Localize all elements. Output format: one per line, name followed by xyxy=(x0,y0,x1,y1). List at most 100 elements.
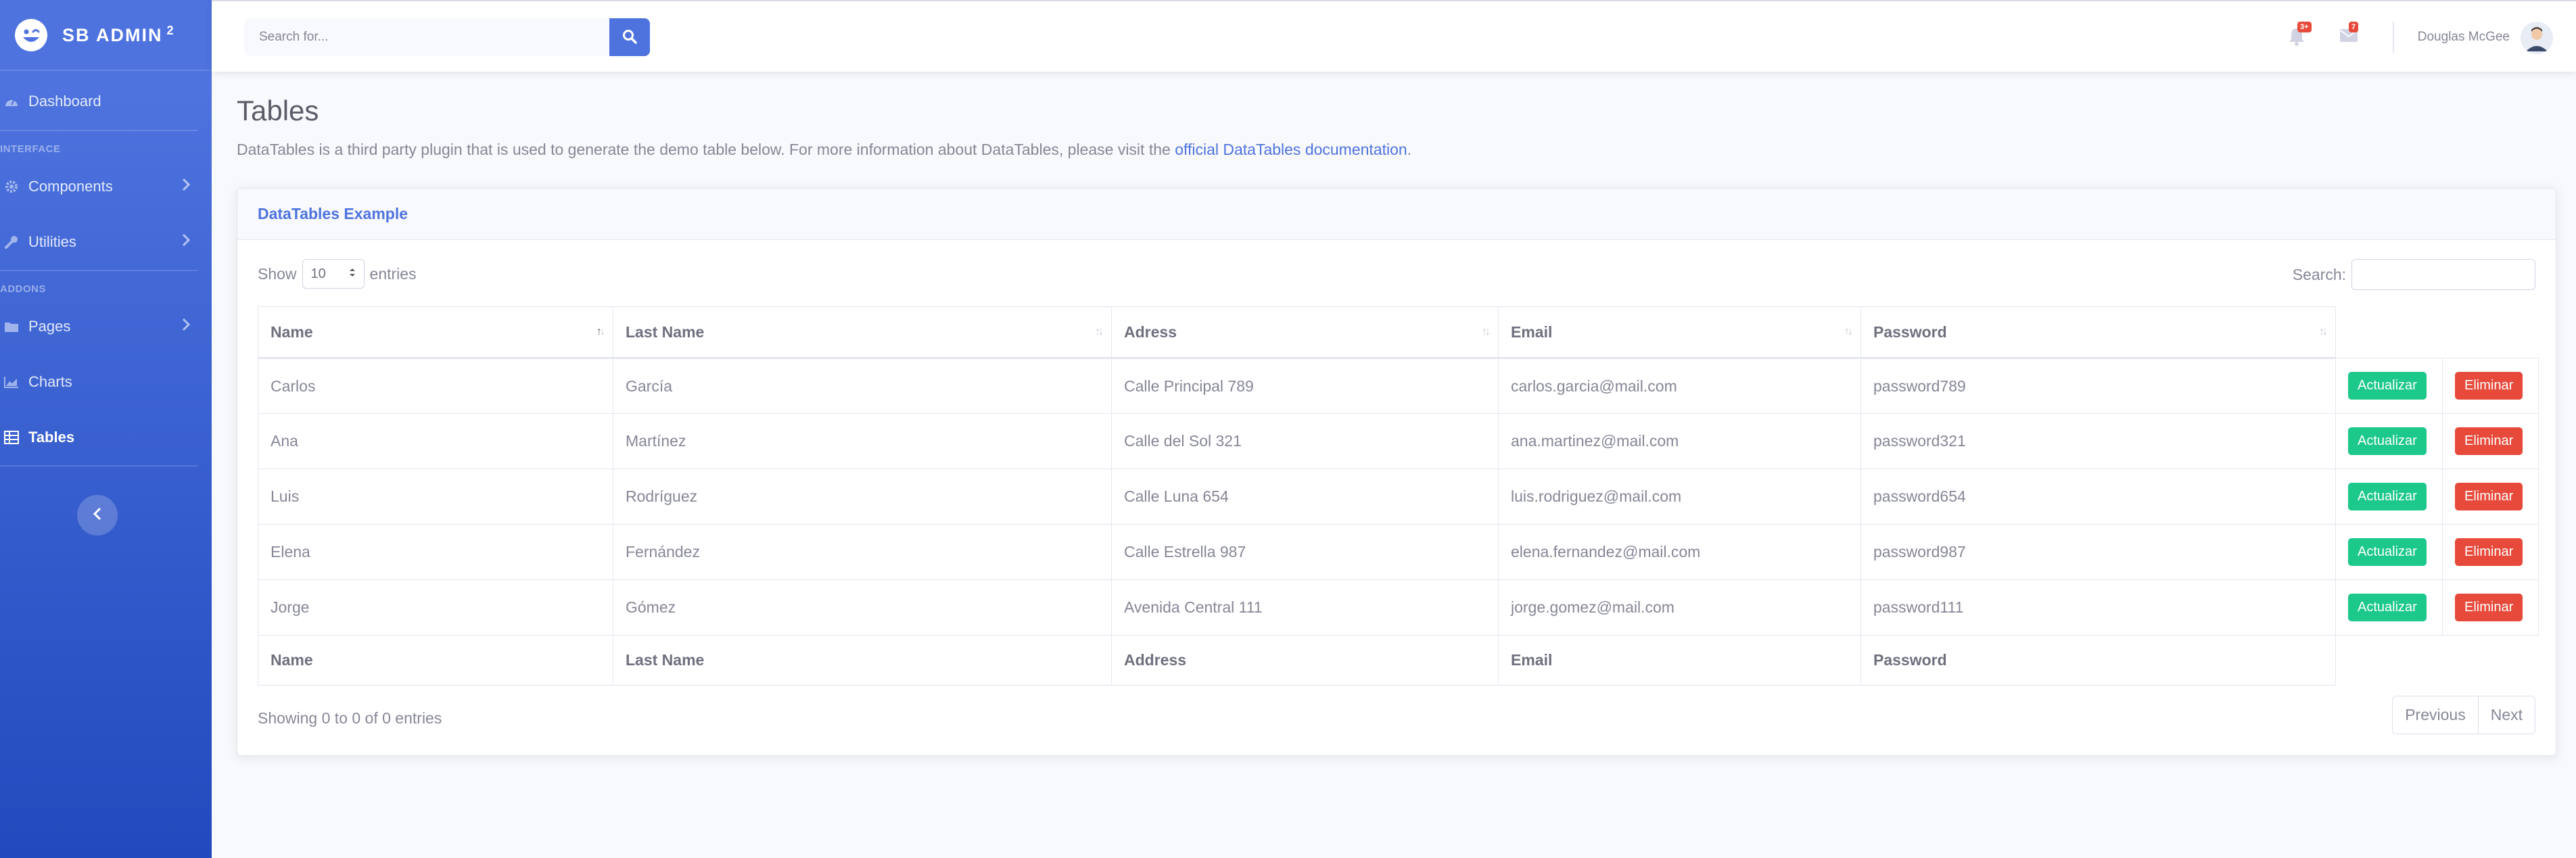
bell-icon xyxy=(2288,28,2305,49)
column-header-last-name[interactable]: Last Name ↑↓ xyxy=(613,306,1112,359)
column-header-name[interactable]: Name ↑↓ xyxy=(258,306,613,359)
sidebar-item-label: Dashboard xyxy=(28,93,101,110)
cell-name: Jorge xyxy=(258,579,613,636)
search-input[interactable] xyxy=(244,18,609,56)
messages-badge: 7 xyxy=(2349,22,2359,32)
footer-name: Name xyxy=(258,635,613,686)
column-header-password[interactable]: Password ↑↓ xyxy=(1860,306,2336,359)
cell-address: Calle Estrella 987 xyxy=(1111,524,1499,580)
column-header-address[interactable]: Adress ↑↓ xyxy=(1111,306,1499,359)
cell-email: jorge.gomez@mail.com xyxy=(1498,579,1861,636)
topbar-search xyxy=(244,18,650,56)
cell-update: Actualizar xyxy=(2335,524,2443,580)
table-search-control: Search: xyxy=(2293,259,2535,290)
footer-actions xyxy=(2443,636,2539,686)
cell-password: password321 xyxy=(1860,413,2336,469)
sidebar-item-label: Tables xyxy=(28,429,75,446)
cell-delete: Eliminar xyxy=(2442,413,2539,469)
cell-address: Calle Luna 654 xyxy=(1111,469,1499,525)
table-row: Jorge Gómez Avenida Central 111 jorge.go… xyxy=(258,579,2539,636)
delete-button[interactable]: Eliminar xyxy=(2455,538,2523,566)
delete-button[interactable]: Eliminar xyxy=(2455,372,2523,400)
sidebar-item-utilities[interactable]: Utilities xyxy=(0,214,212,270)
table-search-input[interactable] xyxy=(2351,259,2535,290)
update-button[interactable]: Actualizar xyxy=(2348,427,2427,455)
sidebar-item-tables[interactable]: Tables xyxy=(0,410,212,465)
entries-label: entries xyxy=(369,264,417,283)
sidebar-brand[interactable]: SB ADMIN 2 xyxy=(0,0,212,71)
table-info: Showing 0 to 0 of 0 entries xyxy=(258,709,442,727)
previous-button[interactable]: Previous xyxy=(2393,696,2478,734)
delete-button[interactable]: Eliminar xyxy=(2455,594,2523,621)
page-description-end: . xyxy=(1407,141,1412,158)
update-button[interactable]: Actualizar xyxy=(2348,372,2427,400)
user-name[interactable]: Douglas McGee xyxy=(2418,30,2510,45)
sidebar-item-label: Pages xyxy=(28,318,71,335)
update-button[interactable]: Actualizar xyxy=(2348,594,2427,621)
delete-button[interactable]: Eliminar xyxy=(2455,427,2523,455)
sidebar-item-label: Components xyxy=(28,178,113,195)
sort-asc-icon: ↑↓ xyxy=(596,326,605,337)
footer-password: Password xyxy=(1860,635,2336,686)
sort-icon: ↑↓ xyxy=(2319,326,2328,337)
sidebar-item-label: Charts xyxy=(28,373,72,390)
laugh-wink-icon xyxy=(14,18,49,53)
sidebar-item-dashboard[interactable]: Dashboard xyxy=(0,73,212,130)
datatables-card: DataTables Example Show 10 entries Searc… xyxy=(237,188,2556,756)
sort-icon: ↑↓ xyxy=(1482,326,1491,337)
chevron-right-icon xyxy=(182,178,191,195)
next-button[interactable]: Next xyxy=(2477,696,2535,734)
cell-last-name: Gómez xyxy=(613,579,1112,636)
table-header-row: Name ↑↓ Last Name ↑↓ Adress ↑↓ Email ↑↓ Pass… xyxy=(258,306,2539,359)
sidebar-toggle-button[interactable] xyxy=(77,495,118,535)
datatables-docs-link[interactable]: official DataTables documentation xyxy=(1175,141,1407,158)
sidebar: SB ADMIN 2 Dashboard INTERFACE Components… xyxy=(0,0,212,858)
cell-last-name: Fernández xyxy=(613,524,1112,580)
page-description: DataTables is a third party plugin that … xyxy=(237,141,1411,159)
cell-email: elena.fernandez@mail.com xyxy=(1498,524,1861,580)
cog-icon xyxy=(3,178,20,195)
page-description-text: DataTables is a third party plugin that … xyxy=(237,141,1175,158)
topbar-divider xyxy=(2393,22,2394,53)
table-search-label: Search: xyxy=(2292,265,2346,283)
delete-button[interactable]: Eliminar xyxy=(2455,483,2523,510)
sidebar-divider xyxy=(0,465,198,467)
chevron-right-icon xyxy=(182,233,191,251)
wrench-icon xyxy=(3,233,20,251)
cell-update: Actualizar xyxy=(2335,358,2443,414)
entries-length-value: 10 xyxy=(310,266,326,281)
column-header-email[interactable]: Email ↑↓ xyxy=(1498,306,1861,359)
entries-length-select[interactable]: 10 xyxy=(302,259,365,289)
footer-actions xyxy=(2336,636,2443,686)
alerts-dropdown[interactable]: 3+ xyxy=(2288,22,2312,49)
cell-password: password987 xyxy=(1860,524,2336,580)
sidebar-item-charts[interactable]: Charts xyxy=(0,354,212,410)
sidebar-heading-addons: ADDONS xyxy=(0,283,47,295)
messages-dropdown[interactable]: 7 xyxy=(2339,22,2361,49)
table-row: Carlos García Calle Principal 789 carlos… xyxy=(258,358,2539,414)
table-row: Ana Martínez Calle del Sol 321 ana.marti… xyxy=(258,413,2539,469)
cell-password: password111 xyxy=(1860,579,2336,636)
page-title: Tables xyxy=(237,95,319,126)
sidebar-heading-interface: INTERFACE xyxy=(0,143,61,155)
column-header-actions xyxy=(2336,307,2443,358)
sidebar-item-components[interactable]: Components xyxy=(0,159,212,214)
cell-name: Ana xyxy=(258,413,613,469)
select-arrows-icon xyxy=(349,266,356,282)
cell-address: Calle del Sol 321 xyxy=(1111,413,1499,469)
update-button[interactable]: Actualizar xyxy=(2348,538,2427,566)
update-button[interactable]: Actualizar xyxy=(2348,483,2427,510)
table-footer-row: Name Last Name Address Email Password xyxy=(258,635,2539,686)
tachometer-icon xyxy=(3,93,20,110)
avatar[interactable] xyxy=(2521,22,2553,54)
cell-last-name: Martínez xyxy=(613,413,1112,469)
table-icon xyxy=(3,429,20,446)
cell-email: ana.martinez@mail.com xyxy=(1498,413,1861,469)
sidebar-item-pages[interactable]: Pages xyxy=(0,299,212,354)
cell-update: Actualizar xyxy=(2335,469,2443,525)
search-button[interactable] xyxy=(609,18,650,56)
brand-name: SB ADMIN 2 xyxy=(62,24,175,45)
table-row: Luis Rodríguez Calle Luna 654 luis.rodri… xyxy=(258,469,2539,525)
footer-address: Address xyxy=(1111,635,1499,686)
column-header-actions xyxy=(2443,307,2539,358)
